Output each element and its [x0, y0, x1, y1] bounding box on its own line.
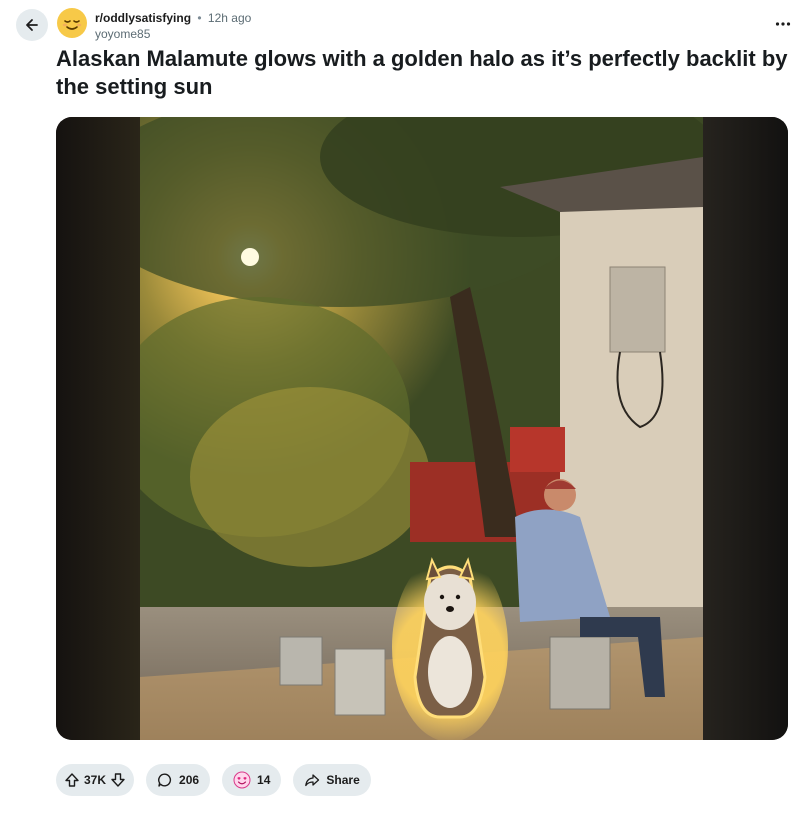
award-count: 14 — [257, 773, 271, 787]
downvote-arrow-icon — [111, 773, 125, 787]
media-blur-right — [703, 117, 788, 740]
share-label: Share — [326, 773, 360, 787]
more-options-button[interactable] — [771, 14, 795, 34]
heart-eyes-award-icon — [233, 771, 251, 789]
author-link[interactable]: yoyome85 — [95, 26, 251, 42]
post-image[interactable] — [140, 117, 703, 740]
post-media[interactable] — [56, 117, 788, 740]
share-button[interactable]: Share — [293, 764, 371, 796]
comment-bubble-icon — [158, 773, 172, 787]
subreddit-link[interactable]: r/oddlysatisfying — [95, 11, 191, 25]
relieved-face-icon — [58, 9, 86, 37]
upvote-button[interactable] — [64, 772, 80, 788]
post-time: 12h ago — [207, 11, 252, 25]
arrow-left-icon — [26, 19, 38, 31]
comments-button[interactable]: 206 — [146, 764, 211, 796]
downvote-button[interactable] — [110, 772, 126, 788]
post-title[interactable]: Alaskan Malamute glows with a golden hal… — [56, 45, 791, 101]
meta-separator: • — [197, 11, 202, 25]
post-actions: 37K 206 14 Share — [56, 764, 371, 796]
upvote-arrow-icon — [65, 773, 79, 787]
award-button[interactable]: 14 — [222, 764, 282, 796]
back-button[interactable] — [16, 9, 48, 41]
post-meta: r/oddlysatisfying • 12h ago yoyome85 — [95, 10, 251, 42]
share-arrow-icon — [305, 774, 320, 787]
media-blur-left — [56, 117, 140, 740]
comment-count: 206 — [179, 773, 200, 787]
subreddit-avatar[interactable] — [57, 8, 87, 38]
vote-control: 37K — [56, 764, 135, 796]
vote-count: 37K — [84, 773, 107, 787]
ellipsis-icon — [775, 22, 791, 26]
